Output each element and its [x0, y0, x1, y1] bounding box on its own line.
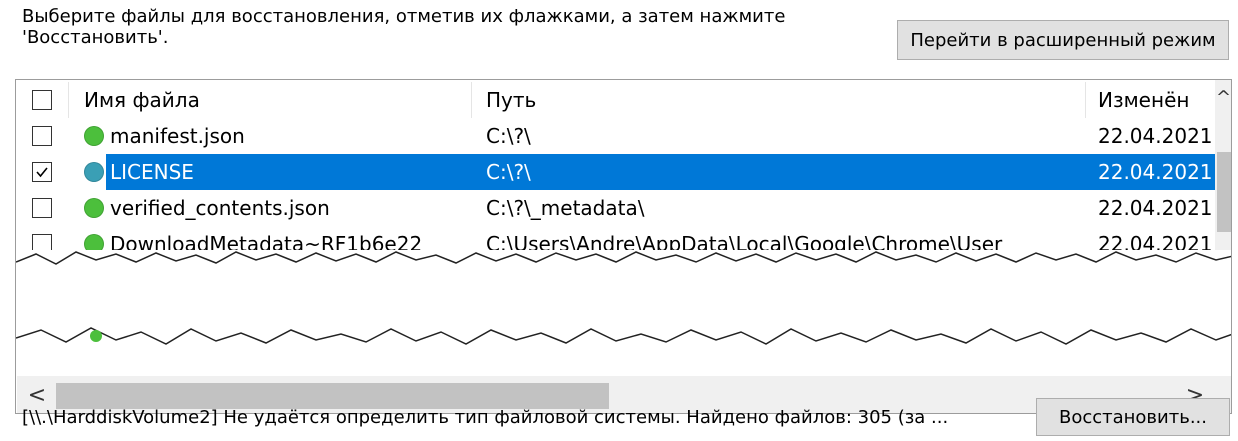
row-path: C:\?\_metadata\	[486, 196, 645, 220]
row-file-name[interactable]: LICENSE	[84, 154, 469, 190]
table-row[interactable]: manifest.json C:\?\ 22.04.2021	[16, 118, 1215, 154]
status-text: [\\.\HarddiskVolume2] Не удаётся определ…	[22, 407, 949, 428]
select-all-checkbox[interactable]	[32, 90, 52, 110]
file-list[interactable]: Имя файла Путь Изменён manifest.json C:\?…	[15, 79, 1232, 414]
restore-button[interactable]: Восстановить...	[1036, 398, 1230, 436]
row-checkbox[interactable]	[32, 162, 52, 182]
column-header-path[interactable]: Путь	[486, 82, 1084, 118]
file-status-icon	[84, 198, 104, 218]
vertical-scroll-thumb[interactable]	[1217, 152, 1231, 232]
row-check-cell[interactable]	[16, 154, 68, 190]
instructions-text: Выберите файлы для восстановления, отмет…	[22, 6, 786, 48]
row-modified: 22.04.2021	[1098, 124, 1213, 148]
row-checkbox[interactable]	[32, 198, 52, 218]
torn-image-region	[16, 250, 1231, 350]
advanced-mode-button[interactable]: Перейти в расширенный режим	[897, 20, 1229, 60]
row-check-cell[interactable]	[16, 118, 68, 154]
file-name-text: manifest.json	[110, 124, 245, 148]
row-path: C:\?\	[486, 160, 531, 184]
file-name-text: LICENSE	[110, 160, 194, 184]
column-header-name[interactable]: Имя файла	[68, 82, 469, 118]
row-checkbox[interactable]	[32, 126, 52, 146]
row-file-name[interactable]: verified_contents.json	[84, 190, 469, 226]
row-check-cell[interactable]	[16, 190, 68, 226]
select-all-cell[interactable]	[16, 82, 68, 118]
row-file-name[interactable]: manifest.json	[84, 118, 469, 154]
row-path: C:\?\	[486, 124, 531, 148]
table-row[interactable]: LICENSE C:\?\ 22.04.2021	[16, 154, 1215, 190]
scroll-up-icon[interactable]: ^	[1215, 82, 1231, 112]
file-status-icon	[84, 162, 104, 182]
file-status-icon	[84, 126, 104, 146]
file-name-text: verified_contents.json	[110, 196, 330, 220]
table-row[interactable]: verified_contents.json C:\?\_metadata\ 22.…	[16, 190, 1215, 226]
row-modified: 22.04.2021	[1098, 196, 1213, 220]
list-header: Имя файла Путь Изменён	[16, 82, 1215, 118]
column-header-modified[interactable]: Изменён	[1098, 82, 1215, 118]
row-modified: 22.04.2021	[1098, 160, 1213, 184]
